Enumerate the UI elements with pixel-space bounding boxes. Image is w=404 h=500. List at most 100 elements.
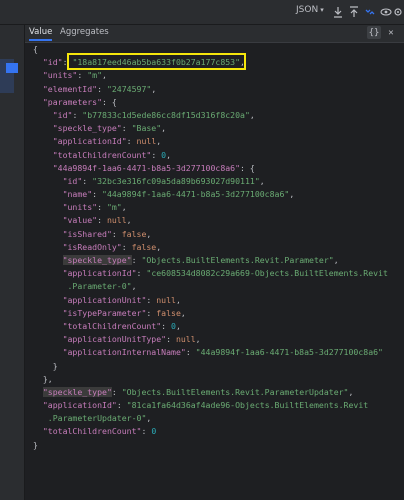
code-token: false — [156, 307, 181, 318]
code-line: "isShared": false, — [33, 228, 404, 241]
code-line: "44a9894f-1aa6-4471-b8a5-3d277100c8a6": … — [33, 162, 404, 175]
code-line: "units": "m", — [33, 69, 404, 82]
code-line: "isReadOnly": false, — [33, 241, 404, 254]
braces-icon[interactable]: {} — [367, 26, 381, 39]
code-token: , — [131, 281, 137, 292]
tab-aggregates[interactable]: Aggregates — [60, 27, 109, 37]
code-token: : — [97, 215, 107, 226]
code-token: "Objects.BuiltElements.Revit.ParameterUp… — [121, 386, 349, 397]
code-token: : — [97, 202, 107, 213]
code-token: : — [111, 228, 122, 239]
tab-value[interactable]: Value — [29, 27, 53, 41]
code-token: : { — [102, 96, 117, 107]
json-editor[interactable]: { "id": "18a817eed46ab5ba633f0b27a177c85… — [33, 43, 404, 500]
code-token: "totalChildrenCount" — [62, 320, 162, 331]
toolbar: JSON ▾ — [0, 0, 404, 25]
code-line: "totalChildrenCount": 0, — [33, 149, 404, 162]
code-token: .Parameter-0" — [62, 281, 132, 292]
code-token: : — [121, 123, 132, 134]
code-token: : — [77, 70, 88, 81]
code-token: "applicationUnitType" — [62, 334, 167, 345]
code-token: : — [82, 175, 93, 186]
expand-collapse-icon[interactable] — [362, 4, 378, 20]
code-line: } — [33, 439, 404, 452]
code-token: , — [156, 136, 162, 147]
code-token: , — [333, 255, 339, 265]
code-token: "32bc3e316fc09a5da89b693027d90111" — [92, 175, 260, 186]
code-line: "applicationInternalName": "44a9894f-1aa… — [33, 346, 404, 359]
code-token: "44a9894f-1aa6-4471-b8a5-3d277100c8a6" — [52, 162, 241, 173]
settings-icon[interactable] — [392, 4, 404, 20]
code-token: : — [92, 189, 103, 200]
code-token: null — [136, 136, 157, 147]
code-token: : — [131, 255, 142, 265]
code-token: null — [175, 334, 196, 345]
code-token: } — [52, 360, 58, 371]
format-select[interactable]: JSON ▾ — [296, 5, 324, 19]
code-token: .ParameterUpdater-0" — [42, 413, 147, 424]
align-down-icon[interactable] — [330, 4, 346, 20]
code-line: "applicationId": null, — [33, 135, 404, 148]
code-token: } — [33, 439, 38, 450]
code-line: "totalChildrenCount": 0, — [33, 320, 404, 333]
code-token: "isTypeParameter" — [62, 307, 147, 318]
code-token: , — [175, 320, 181, 331]
code-token: , — [166, 149, 172, 160]
code-line: "units": "m", — [33, 201, 404, 214]
code-token: "id" — [62, 175, 83, 186]
code-token: : — [146, 294, 157, 305]
code-token: "44a9894f-1aa6-4471-b8a5-3d277100c8a6" — [102, 189, 290, 200]
code-token: "applicationId" — [62, 268, 137, 279]
code-token: : — [166, 334, 176, 345]
code-token: : — [161, 320, 172, 331]
left-sidebar — [0, 25, 25, 500]
code-token: , — [175, 294, 181, 305]
id-highlight-box — [67, 53, 246, 70]
code-token: "name" — [62, 189, 93, 200]
code-token: "ce608534d8082c29a669-Objects.BuiltEleme… — [146, 268, 388, 279]
code-line: "applicationId": "ce608534d8082c29a669-O… — [33, 267, 404, 280]
chevron-down-icon: ▾ — [320, 6, 324, 14]
tab-bar: Value Aggregates {} ✕ — [25, 25, 404, 43]
code-line: "id": "b77833c1d5ede86cc8df15d316f8c20a"… — [33, 109, 404, 122]
code-token: "Objects.BuiltElements.Revit.Parameter" — [141, 255, 334, 265]
code-token: , — [156, 241, 162, 252]
code-token: false — [131, 241, 157, 252]
code-token: "m" — [87, 70, 103, 81]
code-token: "parameters" — [42, 96, 103, 107]
code-line: "id": "32bc3e316fc09a5da89b693027d90111"… — [33, 175, 404, 188]
code-token: "applicationId" — [52, 136, 127, 147]
align-up-icon[interactable] — [346, 4, 362, 20]
code-token: "2474597" — [106, 83, 152, 94]
editor-gutter — [25, 43, 32, 500]
code-line: .Parameter-0", — [33, 280, 404, 293]
code-token: "units" — [42, 70, 78, 81]
close-icon[interactable]: ✕ — [384, 26, 398, 39]
code-token: , — [121, 202, 127, 213]
code-token: : — [151, 149, 162, 160]
code-line: "speckle_type": "Objects.BuiltElements.R… — [33, 386, 404, 399]
code-line: "speckle_type": "Objects.BuiltElements.R… — [33, 254, 404, 267]
code-line: "speckle_type": "Base", — [33, 122, 404, 135]
